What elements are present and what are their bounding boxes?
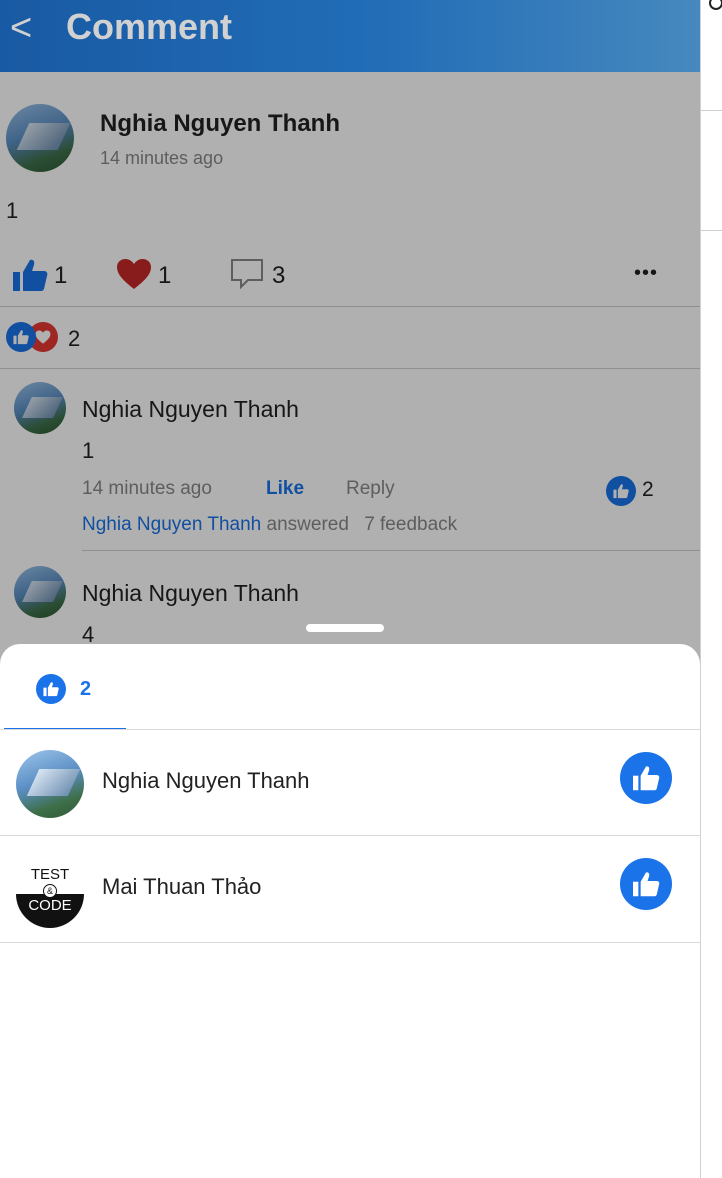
- reaction-user-row[interactable]: Nghia Nguyen Thanh: [0, 730, 700, 836]
- reactions-sheet: 2 Nghia Nguyen Thanh TEST & CODE Mai Thu…: [0, 644, 700, 1178]
- screen: < Comment Nghia Nguyen Thanh 14 minutes …: [0, 0, 722, 1178]
- divider: [701, 110, 722, 111]
- like-reaction-icon: [620, 752, 672, 804]
- tab-likes-count: 2: [80, 678, 92, 700]
- like-badge-icon: [36, 674, 66, 704]
- tab-likes[interactable]: 2: [4, 644, 126, 730]
- test-code-logo-avatar[interactable]: TEST & CODE: [16, 860, 84, 928]
- divider: [701, 230, 722, 231]
- app-window: < Comment Nghia Nguyen Thanh 14 minutes …: [0, 0, 700, 1178]
- status-dot-icon: [709, 0, 722, 10]
- user-name[interactable]: Mai Thuan Thảo: [102, 874, 261, 900]
- side-panel-edge: [700, 0, 722, 1178]
- divider: [0, 942, 700, 943]
- user-name[interactable]: Nghia Nguyen Thanh: [102, 768, 310, 794]
- sheet-drag-handle[interactable]: [306, 624, 384, 632]
- like-reaction-icon: [620, 858, 672, 910]
- reaction-user-row[interactable]: TEST & CODE Mai Thuan Thảo: [0, 836, 700, 942]
- user-avatar[interactable]: [16, 750, 84, 818]
- header-dim-overlay: [0, 0, 700, 72]
